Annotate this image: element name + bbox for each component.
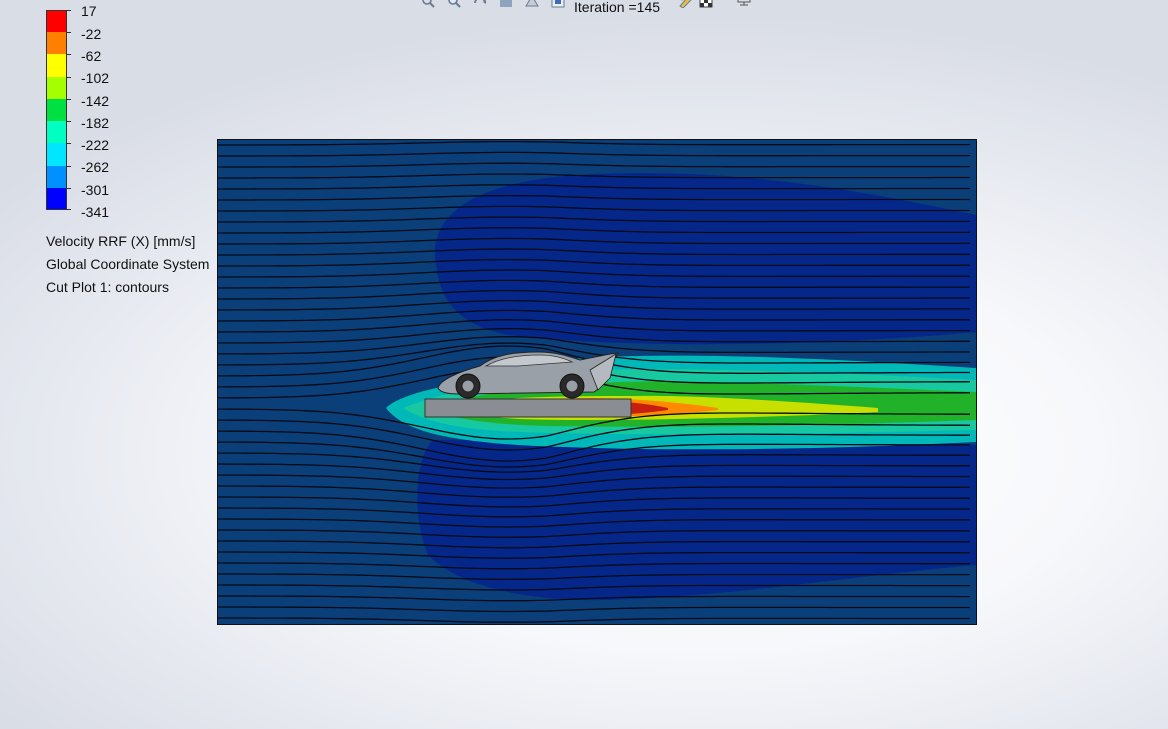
legend-tick [67,77,71,78]
legend-tick [67,143,71,144]
legend-bar-border [46,10,67,210]
legend-tick [67,166,71,167]
plot-name-label: Cut Plot 1: contours [46,279,169,295]
monitor-icon[interactable] [736,0,752,8]
cut-plot-viewport[interactable] [217,139,977,625]
legend-tick [67,32,71,33]
view-orientation-icon[interactable] [524,0,540,8]
legend-tick-label: -22 [81,26,102,42]
legend-tick [67,121,71,122]
zoom-to-fit-icon[interactable] [420,0,436,8]
legend-tick-label: -341 [81,204,110,220]
car-rear-rim [565,379,579,393]
legend-tick-label: 17 [81,3,97,19]
legend-tick-label: -102 [81,70,110,86]
legend-tick-label: -301 [81,182,110,198]
rotate-icon[interactable] [472,0,488,8]
legend-tick-label: -262 [81,159,110,175]
legend-tick-label: -62 [81,48,102,64]
legend-tick [67,99,71,100]
section-view-icon[interactable] [698,0,714,8]
legend-tick-label: -142 [81,93,110,109]
zoom-in-icon[interactable] [446,0,462,8]
coordinate-system-label: Global Coordinate System [46,256,210,272]
ground-plate [424,398,632,418]
car-front-rim [461,379,475,393]
legend-tick-label: -222 [81,137,110,153]
cut-plot-graphic [218,140,976,624]
color-legend: 17 -22 -62 -102 -142 -182 -222 -262 -301… [46,4,206,219]
quantity-label: Velocity RRF (X) [mm/s] [46,233,196,249]
iteration-counter: Iteration =145 [574,0,661,15]
display-style-icon[interactable] [550,0,566,8]
legend-tick [67,54,71,55]
pan-icon[interactable] [498,0,514,8]
legend-tick-label: -182 [81,115,110,131]
edit-appearance-icon[interactable] [678,0,694,8]
legend-tick [67,209,71,210]
legend-tick [67,188,71,189]
legend-tick [67,10,71,11]
